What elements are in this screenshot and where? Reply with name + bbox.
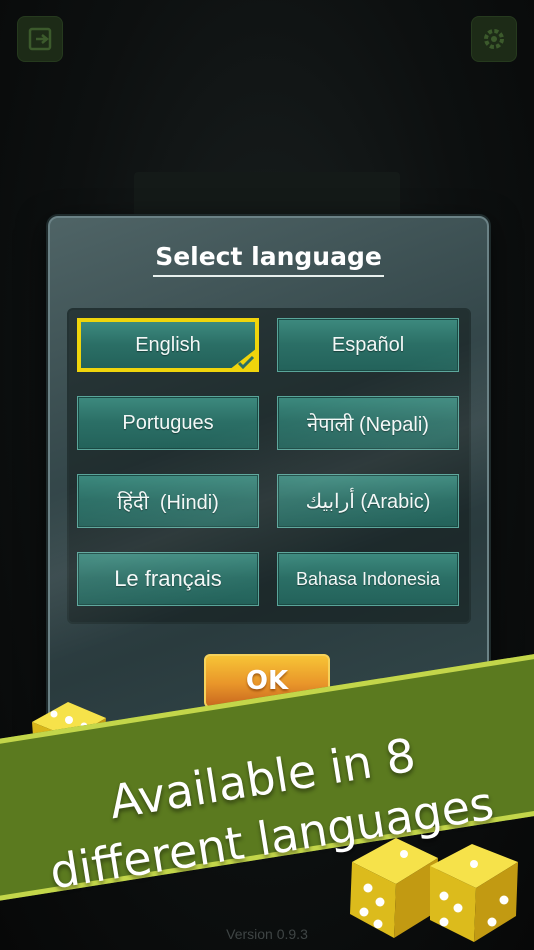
checkmark-icon bbox=[229, 348, 257, 370]
language-label: Le français bbox=[114, 566, 222, 591]
settings-button[interactable] bbox=[471, 16, 517, 62]
language-option-english[interactable]: English bbox=[77, 318, 259, 372]
exit-icon bbox=[28, 27, 52, 51]
language-option-french[interactable]: Le français bbox=[77, 552, 259, 606]
language-label: Portugues bbox=[122, 411, 214, 434]
version-label: Version 0.9.3 bbox=[226, 926, 308, 942]
language-label: Bahasa Indonesia bbox=[295, 568, 441, 589]
language-option-nepali[interactable]: नेपाली (Nepali) bbox=[277, 396, 459, 450]
dialog-title-text: Select language bbox=[153, 242, 384, 277]
ok-label: OK bbox=[245, 666, 289, 696]
language-dialog: Select language English Español Portugue… bbox=[48, 216, 489, 732]
language-option-indonesian[interactable]: Bahasa Indonesia bbox=[277, 552, 459, 606]
language-option-portugues[interactable]: Portugues bbox=[77, 396, 259, 450]
language-label: नेपाली (Nepali) bbox=[307, 413, 429, 436]
language-option-espanol[interactable]: Español bbox=[277, 318, 459, 372]
language-label: English bbox=[135, 333, 201, 356]
language-option-arabic[interactable]: أرابيك (Arabic) bbox=[277, 474, 459, 528]
exit-button[interactable] bbox=[17, 16, 63, 62]
dialog-title: Select language bbox=[50, 242, 487, 277]
language-label: Español bbox=[331, 333, 405, 356]
background-panel bbox=[134, 172, 400, 222]
language-option-hindi[interactable]: हिंदी (Hindi) bbox=[77, 474, 259, 528]
language-label: हिंदी (Hindi) bbox=[117, 491, 219, 514]
gear-icon bbox=[484, 29, 504, 49]
language-label: أرابيك (Arabic) bbox=[305, 490, 431, 513]
language-options-panel: English Español Portugues नेपाली (Nepali… bbox=[67, 308, 471, 624]
